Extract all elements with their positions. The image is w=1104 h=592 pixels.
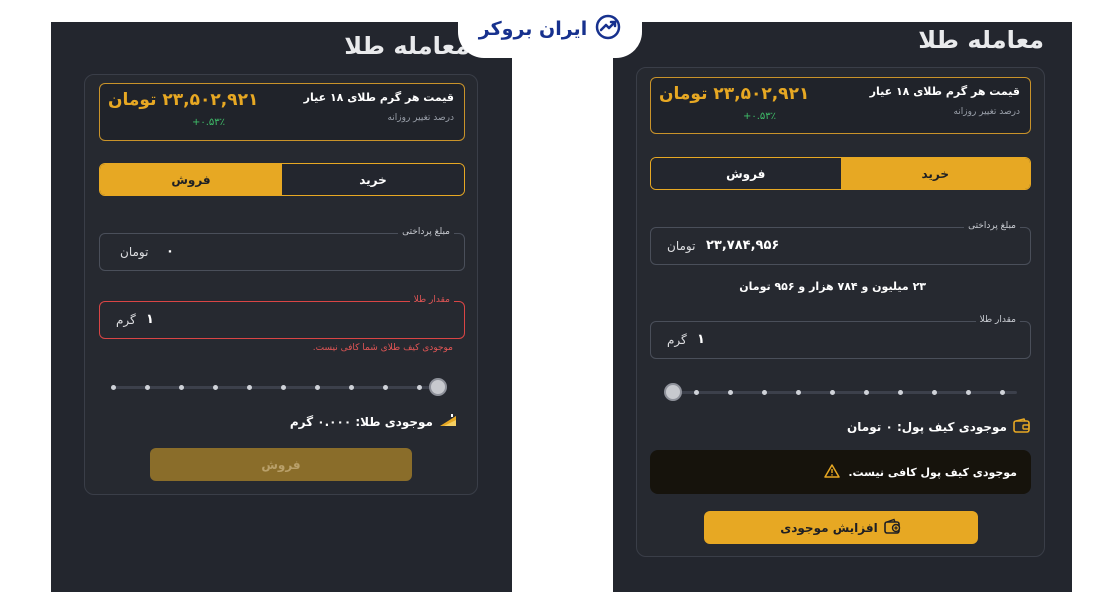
tab-buy[interactable]: خرید bbox=[282, 164, 464, 195]
warning-icon bbox=[824, 463, 841, 482]
brand-logo-text: ایران بروکر bbox=[478, 18, 588, 40]
page-title: معامله طلا bbox=[344, 32, 470, 60]
slider-dot bbox=[694, 390, 699, 395]
slider-dot bbox=[932, 390, 937, 395]
slider-dot bbox=[417, 385, 422, 390]
price-box: قیمت هر گرم طلای ۱۸ عیار درصد تغییر روزا… bbox=[650, 77, 1031, 134]
payment-value: ۰ bbox=[166, 244, 174, 259]
change-label: درصد تغییر روزانه bbox=[387, 113, 454, 123]
tab-sell[interactable]: فروش bbox=[651, 158, 841, 189]
gold-bar-icon bbox=[439, 413, 457, 430]
sell-button[interactable]: فروش bbox=[150, 448, 412, 481]
gold-amount-label: مقدار طلا bbox=[975, 315, 1020, 325]
payment-field[interactable]: مبلغ پرداختی تومان ۰ bbox=[99, 227, 465, 271]
slider-dot bbox=[830, 390, 835, 395]
page-title: معامله طلا bbox=[918, 26, 1044, 54]
gold-amount-unit: گرم bbox=[667, 333, 687, 347]
trade-card: قیمت هر گرم طلای ۱۸ عیار درصد تغییر روزا… bbox=[84, 74, 478, 495]
change-label: درصد تغییر روزانه bbox=[953, 107, 1020, 117]
change-value: +۰.۵۳٪ bbox=[192, 117, 226, 128]
slider-track bbox=[111, 386, 443, 389]
slider-thumb[interactable] bbox=[429, 378, 447, 396]
slider-dot bbox=[213, 385, 218, 390]
tab-sell[interactable]: فروش bbox=[100, 164, 282, 195]
price-value: ۲۳,۵۰۲,۹۲۱ تومان bbox=[659, 84, 810, 104]
slider-dot bbox=[383, 385, 388, 390]
gold-amount-field[interactable]: مقدار طلا گرم ۱ bbox=[650, 315, 1031, 359]
gold-amount-value: ۱ bbox=[697, 332, 705, 347]
slider-dot bbox=[145, 385, 150, 390]
slider-thumb[interactable] bbox=[664, 383, 682, 401]
slider-dot bbox=[864, 390, 869, 395]
slider-dot bbox=[315, 385, 320, 390]
payment-field-label: مبلغ پرداختی bbox=[964, 221, 1020, 231]
slider-dot bbox=[111, 385, 116, 390]
slider-dot bbox=[247, 385, 252, 390]
payment-field[interactable]: مبلغ پرداختی تومان ۲۳,۷۸۴,۹۵۶ bbox=[650, 221, 1031, 265]
payment-unit: تومان bbox=[667, 239, 696, 253]
slider-dot bbox=[966, 390, 971, 395]
amount-slider[interactable] bbox=[111, 378, 447, 396]
buy-panel: معامله طلا قیمت هر گرم طلای ۱۸ عیار درصد… bbox=[613, 22, 1072, 592]
slider-dot bbox=[179, 385, 184, 390]
trade-card: قیمت هر گرم طلای ۱۸ عیار درصد تغییر روزا… bbox=[636, 67, 1045, 557]
price-label: قیمت هر گرم طلای ۱۸ عیار bbox=[303, 91, 454, 104]
trend-logo-icon bbox=[595, 14, 621, 44]
amount-slider[interactable] bbox=[664, 383, 1017, 401]
price-box: قیمت هر گرم طلای ۱۸ عیار درصد تغییر روزا… bbox=[99, 83, 465, 141]
slider-dot bbox=[349, 385, 354, 390]
slider-dot bbox=[898, 390, 903, 395]
sell-panel: معامله طلا قیمت هر گرم طلای ۱۸ عیار درصد… bbox=[51, 22, 512, 592]
payment-unit: تومان bbox=[120, 245, 149, 259]
amount-in-words: ۲۳ میلیون و ۷۸۴ هزار و ۹۵۶ تومان bbox=[739, 280, 926, 293]
gold-balance-text: موجودی طلا: ۰.۰۰۰ گرم bbox=[289, 414, 433, 429]
price-value: ۲۳,۵۰۲,۹۲۱ تومان bbox=[108, 90, 259, 110]
gold-amount-label: مقدار طلا bbox=[409, 295, 454, 305]
wallet-icon bbox=[1013, 418, 1030, 436]
slider-dot bbox=[281, 385, 286, 390]
payment-field-label: مبلغ پرداختی bbox=[398, 227, 454, 237]
wallet-add-icon bbox=[883, 518, 902, 537]
trade-tabs: فروش خرید bbox=[99, 163, 465, 196]
gold-amount-field[interactable]: مقدار طلا گرم ۱ bbox=[99, 295, 465, 339]
warning-text: موجودی کیف پول کافی نیست. bbox=[848, 465, 1017, 479]
change-value: +۰.۵۳٪ bbox=[743, 111, 777, 122]
insufficient-balance-alert: موجودی کیف پول کافی نیست. bbox=[650, 450, 1031, 494]
wallet-balance-text: موجودی کیف پول: ۰ تومان bbox=[847, 420, 1007, 434]
slider-dot bbox=[796, 390, 801, 395]
slider-dot bbox=[728, 390, 733, 395]
slider-dot bbox=[1000, 390, 1005, 395]
gold-balance: موجودی طلا: ۰.۰۰۰ گرم bbox=[290, 413, 457, 430]
trade-tabs: فروش خرید bbox=[650, 157, 1031, 190]
deposit-button-label: افزایش موجودی bbox=[780, 520, 878, 535]
slider-track bbox=[664, 391, 1017, 394]
gold-amount-value: ۱ bbox=[146, 312, 154, 327]
wallet-balance: موجودی کیف پول: ۰ تومان bbox=[847, 418, 1030, 436]
increase-balance-button[interactable]: افزایش موجودی bbox=[704, 511, 978, 544]
gold-amount-unit: گرم bbox=[116, 313, 136, 327]
brand-logo: ایران بروکر bbox=[458, 0, 642, 58]
slider-dot bbox=[762, 390, 767, 395]
payment-value: ۲۳,۷۸۴,۹۵۶ bbox=[706, 238, 780, 253]
tab-buy[interactable]: خرید bbox=[840, 158, 1030, 189]
price-label: قیمت هر گرم طلای ۱۸ عیار bbox=[869, 85, 1020, 98]
error-message: موجودی کیف طلای شما کافی نیست. bbox=[312, 343, 453, 353]
